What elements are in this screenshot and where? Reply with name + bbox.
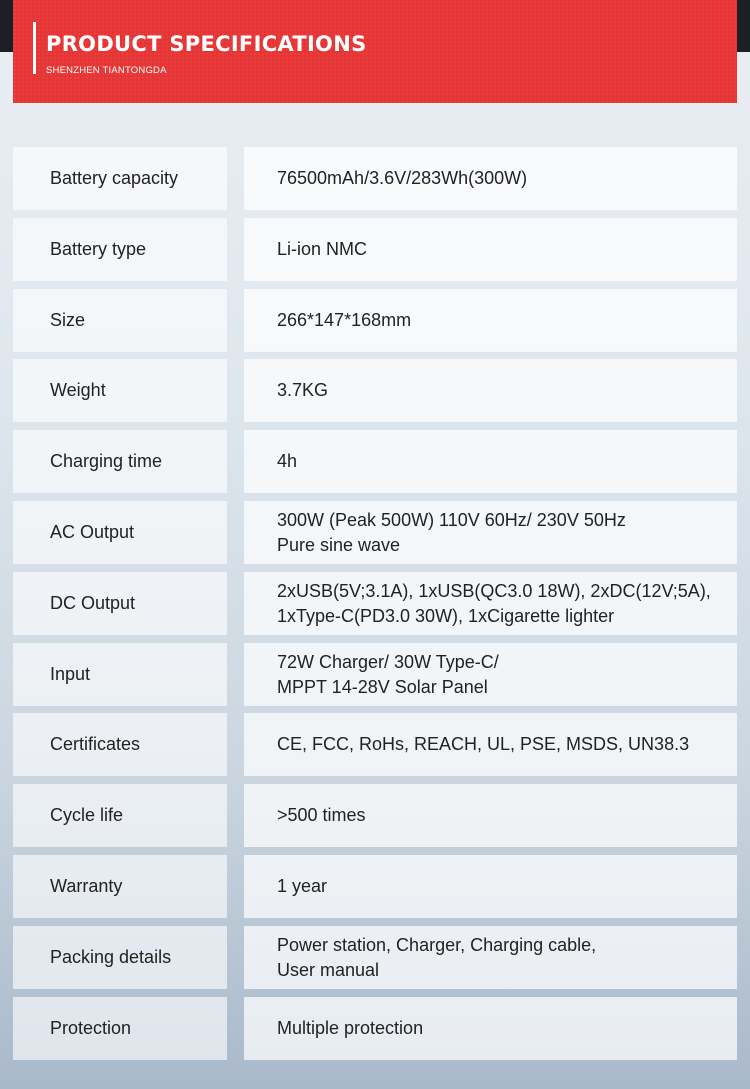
- spec-value: 2xUSB(5V;3.1A), 1xUSB(QC3.0 18W), 2xDC(1…: [244, 572, 737, 635]
- spec-label: Charging time: [13, 430, 227, 493]
- spec-value: 1 year: [244, 855, 737, 918]
- spec-row: Battery capacity 76500mAh/3.6V/283Wh(300W…: [13, 147, 737, 210]
- page-title: PRODUCT SPECIFICATIONS: [46, 32, 367, 56]
- spec-value-lines: 2xUSB(5V;3.1A), 1xUSB(QC3.0 18W), 2xDC(1…: [277, 579, 711, 629]
- header-accent-line: [33, 22, 36, 74]
- spec-value-line: 4h: [277, 451, 298, 471]
- spec-value: 3.7KG: [244, 359, 737, 422]
- page-subtitle: SHENZHEN TIANTONGDA: [46, 65, 167, 76]
- spec-label: Certificates: [13, 713, 227, 776]
- spec-label: Size: [13, 289, 227, 352]
- spec-value-line: Li-ion NMC: [277, 239, 368, 259]
- spec-value: 76500mAh/3.6V/283Wh(300W): [244, 147, 737, 210]
- spec-value: Power station, Charger, Charging cable, U…: [244, 926, 737, 989]
- spec-label: DC Output: [13, 572, 227, 635]
- spec-value-lines: 76500mAh/3.6V/283Wh(300W): [277, 166, 527, 191]
- spec-value-line: User manual: [277, 959, 380, 980]
- spec-label: Warranty: [13, 855, 227, 918]
- spec-row: Weight 3.7KG: [13, 359, 737, 422]
- spec-value-line: MPPT 14-28V Solar Panel: [277, 676, 488, 697]
- spec-value-lines: 72W Charger/ 30W Type-C/MPPT 14-28V Sola…: [277, 650, 499, 700]
- spec-value-line: Multiple protection: [277, 1018, 424, 1038]
- spec-row: Warranty 1 year: [13, 855, 737, 918]
- spec-row: Protection Multiple protection: [13, 997, 737, 1060]
- spec-value: Li-ion NMC: [244, 218, 737, 281]
- spec-value-line: 3.7KG: [277, 380, 329, 400]
- spec-row: DC Output 2xUSB(5V;3.1A), 1xUSB(QC3.0 18W…: [13, 572, 737, 635]
- spec-value-line: 76500mAh/3.6V/283Wh(300W): [277, 168, 528, 188]
- spec-value-lines: CE, FCC, RoHs, REACH, UL, PSE, MSDS, UN3…: [277, 732, 689, 757]
- spec-value-line: 72W Charger/ 30W Type-C/: [277, 651, 499, 672]
- spec-value: 72W Charger/ 30W Type-C/MPPT 14-28V Sola…: [244, 643, 737, 706]
- spec-row: Size 266*147*168mm: [13, 289, 737, 352]
- spec-row: Packing details Power station, Charger, C…: [13, 926, 737, 989]
- spec-row: AC Output 300W (Peak 500W) 110V 60Hz/ 230…: [13, 501, 737, 564]
- spec-value-lines: Li-ion NMC: [277, 237, 367, 262]
- spec-row: Input 72W Charger/ 30W Type-C/MPPT 14-28V…: [13, 643, 737, 706]
- spec-row: Battery type Li-ion NMC: [13, 218, 737, 281]
- spec-label: Weight: [13, 359, 227, 422]
- spec-label: Battery capacity: [13, 147, 227, 210]
- spec-value-lines: 1 year: [277, 874, 327, 899]
- spec-value-line: 2xUSB(5V;3.1A), 1xUSB(QC3.0 18W), 2xDC(1…: [277, 580, 711, 601]
- header-banner: PRODUCT SPECIFICATIONS SHENZHEN TIANTONG…: [13, 0, 737, 103]
- spec-row: Cycle life >500 times: [13, 784, 737, 847]
- spec-value-line: >500 times: [277, 805, 366, 825]
- spec-value: 266*147*168mm: [244, 289, 737, 352]
- spec-label: AC Output: [13, 501, 227, 564]
- spec-value-line: 1xType-C(PD3.0 30W), 1xCigarette lighter: [277, 605, 615, 626]
- spec-row: Charging time 4h: [13, 430, 737, 493]
- spec-value-lines: >500 times: [277, 803, 366, 828]
- spec-value-line: 300W (Peak 500W) 110V 60Hz/ 230V 50Hz: [277, 509, 626, 530]
- spec-value: Multiple protection: [244, 997, 737, 1060]
- spec-value-line: 266*147*168mm: [277, 310, 412, 330]
- spec-label: Packing details: [13, 926, 227, 989]
- spec-value-lines: 266*147*168mm: [277, 308, 411, 333]
- spec-value: >500 times: [244, 784, 737, 847]
- spec-value-lines: 3.7KG: [277, 378, 328, 403]
- spec-value-lines: Power station, Charger, Charging cable, U…: [277, 933, 596, 983]
- spec-value-line: CE, FCC, RoHs, REACH, UL, PSE, MSDS, UN3…: [277, 734, 690, 754]
- spec-value: CE, FCC, RoHs, REACH, UL, PSE, MSDS, UN3…: [244, 713, 737, 776]
- spec-value-lines: 4h: [277, 449, 297, 474]
- spec-label: Battery type: [13, 218, 227, 281]
- spec-row: Certificates CE, FCC, RoHs, REACH, UL, PS…: [13, 713, 737, 776]
- spec-value-lines: Multiple protection: [277, 1016, 423, 1041]
- spec-value-line: Pure sine wave: [277, 534, 401, 555]
- spec-value: 300W (Peak 500W) 110V 60Hz/ 230V 50Hz Pur…: [244, 501, 737, 564]
- spec-label: Input: [13, 643, 227, 706]
- spec-label: Cycle life: [13, 784, 227, 847]
- spec-value-lines: 300W (Peak 500W) 110V 60Hz/ 230V 50Hz Pur…: [277, 508, 626, 558]
- spec-label: Protection: [13, 997, 227, 1060]
- spec-value: 4h: [244, 430, 737, 493]
- spec-value-line: 1 year: [277, 876, 328, 896]
- spec-value-line: Power station, Charger, Charging cable,: [277, 934, 597, 955]
